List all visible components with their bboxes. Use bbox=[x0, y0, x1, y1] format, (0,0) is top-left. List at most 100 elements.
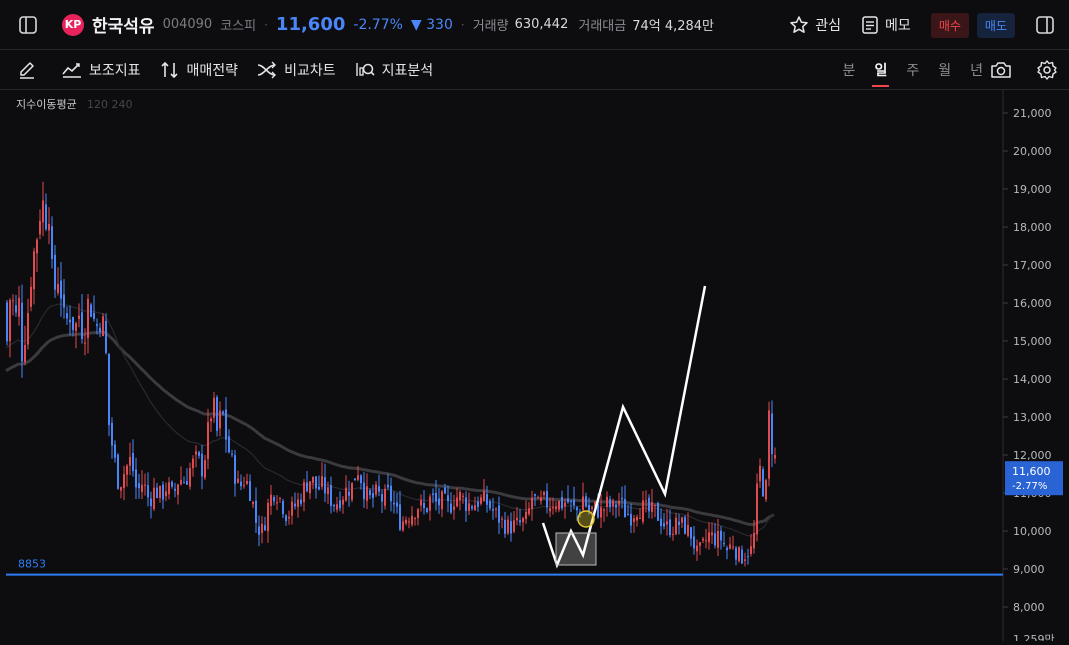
screenshot-button[interactable] bbox=[990, 59, 1012, 81]
indicators-label: 보조지표 bbox=[89, 62, 141, 79]
candle-body bbox=[669, 519, 671, 536]
candle-body bbox=[63, 294, 65, 308]
volume-label: 거래량 bbox=[472, 19, 509, 34]
candle-body bbox=[693, 536, 695, 549]
draw-tool-button[interactable] bbox=[17, 60, 37, 80]
indicators-button[interactable]: 보조지표 bbox=[61, 60, 141, 80]
candle-body bbox=[498, 505, 500, 523]
stock-name[interactable]: 한국석유 bbox=[92, 12, 155, 37]
panel-icon bbox=[1036, 16, 1054, 34]
candle-body bbox=[210, 418, 212, 422]
sell-button[interactable]: 매도 bbox=[976, 12, 1015, 38]
drawing-marker-circle[interactable] bbox=[577, 510, 595, 528]
user-drawing-box[interactable] bbox=[555, 532, 597, 566]
candle-body bbox=[303, 482, 305, 503]
candle-body bbox=[732, 546, 734, 548]
sidebar-icon bbox=[19, 16, 37, 34]
candle-body bbox=[633, 518, 635, 522]
candle-body bbox=[531, 497, 533, 510]
period-day[interactable]: 일 bbox=[872, 60, 890, 87]
candle-body bbox=[762, 469, 764, 497]
candle-body bbox=[48, 223, 50, 231]
memo-label: 메모 bbox=[885, 18, 911, 34]
compare-chart-button[interactable]: 비교차트 bbox=[256, 60, 336, 80]
candle-body bbox=[282, 501, 284, 515]
candle-body bbox=[120, 487, 122, 491]
candle-body bbox=[246, 481, 248, 484]
watch-button[interactable]: 관심 bbox=[789, 15, 841, 35]
candle-body bbox=[237, 478, 239, 483]
candle-body bbox=[609, 499, 611, 508]
volume-value: 630,442 bbox=[514, 17, 569, 32]
current-price: 11,600 bbox=[275, 14, 346, 35]
chart-settings-button[interactable] bbox=[1035, 58, 1059, 82]
candle-body bbox=[441, 491, 443, 510]
candle-body bbox=[690, 527, 692, 539]
candle-body bbox=[366, 486, 368, 501]
candle-body bbox=[15, 305, 17, 313]
candle-body bbox=[342, 499, 344, 505]
candle-body bbox=[222, 411, 224, 414]
memo-button[interactable]: 메모 bbox=[861, 15, 911, 35]
candle-body bbox=[627, 513, 629, 515]
candle-body bbox=[621, 497, 623, 500]
candle-body bbox=[348, 491, 350, 496]
period-minute[interactable]: 분 bbox=[841, 60, 858, 80]
y-tick-label: 13,000 bbox=[1013, 411, 1052, 424]
candle-body bbox=[312, 476, 314, 483]
price-chart-svg[interactable]: 8853 21,000 20,000 19,000 18,000 17,000 16,00… bbox=[0, 90, 1069, 645]
candle-body bbox=[309, 481, 311, 494]
stock-code: 004090 bbox=[162, 17, 213, 32]
y-tick-label: 19,000 bbox=[1013, 183, 1052, 196]
candle-body bbox=[66, 313, 68, 319]
period-week[interactable]: 주 bbox=[904, 60, 921, 80]
stock-logo: KP bbox=[62, 13, 84, 36]
price-chart[interactable]: 8853 21,000 20,000 19,000 18,000 17,000 16,00… bbox=[0, 90, 1069, 645]
candle-body bbox=[735, 547, 737, 560]
candle-body bbox=[759, 465, 761, 482]
indicator-analysis-button[interactable]: 지표분석 bbox=[354, 60, 433, 80]
candle-body bbox=[378, 486, 380, 492]
support-label: 8853 bbox=[18, 558, 46, 571]
candle-body bbox=[477, 501, 479, 507]
right-panel-toggle-button[interactable] bbox=[1035, 15, 1055, 35]
candle-body bbox=[513, 520, 515, 532]
buy-button[interactable]: 매수 bbox=[930, 12, 969, 38]
candle-body bbox=[420, 500, 422, 506]
candle-body bbox=[636, 516, 638, 521]
candle-body bbox=[102, 316, 104, 337]
candle-body bbox=[168, 482, 170, 495]
y-tick-label: 21,000 bbox=[1013, 107, 1052, 120]
candle-body bbox=[141, 484, 143, 492]
candle-body bbox=[663, 523, 665, 527]
candle-body bbox=[78, 315, 80, 319]
watch-label: 관심 bbox=[815, 18, 842, 34]
candle-body bbox=[201, 453, 203, 477]
strategy-button[interactable]: 매매전략 bbox=[159, 60, 238, 80]
candle-body bbox=[90, 304, 92, 317]
y-tick-label: 8,000 bbox=[1013, 601, 1045, 614]
candle-body bbox=[165, 491, 167, 497]
candle-body bbox=[414, 518, 416, 520]
candle-body bbox=[153, 487, 155, 509]
candle-body bbox=[30, 286, 32, 307]
user-drawing-line[interactable] bbox=[541, 285, 707, 569]
candle-body bbox=[537, 497, 539, 499]
candle-body bbox=[291, 501, 293, 516]
sidebar-toggle-button[interactable] bbox=[18, 15, 38, 35]
candle-body bbox=[339, 500, 341, 509]
candle-body bbox=[483, 490, 485, 501]
candle-body bbox=[453, 506, 455, 510]
period-year[interactable]: 년 bbox=[968, 60, 985, 80]
candle-body bbox=[135, 469, 137, 488]
candle-body bbox=[771, 413, 773, 455]
candle-body bbox=[279, 498, 281, 500]
candle-body bbox=[252, 501, 254, 505]
candle-body bbox=[249, 481, 251, 501]
candle-body bbox=[639, 518, 641, 520]
candle-body bbox=[720, 530, 722, 541]
candle-body bbox=[81, 312, 83, 340]
candle-body bbox=[33, 251, 35, 290]
period-month[interactable]: 월 bbox=[936, 60, 953, 80]
candle-body bbox=[552, 507, 554, 509]
